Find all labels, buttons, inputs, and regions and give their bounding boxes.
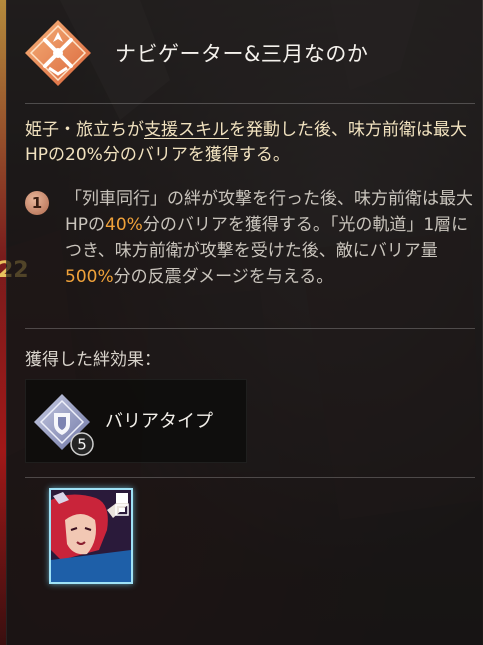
- bond-detail-panel: ナビゲーター&三月なのか 姫子・旅立ちが支援スキルを発動した後、味方前衛は最大H…: [6, 0, 482, 645]
- panel-title: ナビゲーター&三月なのか: [115, 42, 369, 66]
- description-text: 姫子・旅立ちが: [25, 120, 144, 140]
- bond-slot-indicator-icon: [115, 493, 129, 516]
- crossed-swords-emblem-icon: [25, 20, 91, 86]
- eidolon-value-1: 40%: [105, 215, 143, 235]
- panel-header: ナビゲーター&三月なのか: [23, 18, 475, 88]
- section-divider: [25, 328, 475, 329]
- character-card[interactable]: [49, 488, 133, 584]
- game-screen: 22 ナビゲーター&三月なのか 姫子・旅立ちが支援スキ: [0, 0, 483, 645]
- eidolon-text-3: 分の反震ダメージを与える。: [113, 267, 334, 287]
- eidolon-description: 「列車同行」の絆が攻撃を行った後、味方前衛は最大HPの40%分のバリアを獲得する…: [65, 186, 475, 290]
- shield-diamond-icon: 5: [34, 394, 94, 456]
- obtained-bonds-label: 獲得した絆効果：: [25, 350, 161, 370]
- bond-effect-card[interactable]: 5 バリアタイプ: [25, 379, 247, 463]
- eidolon-value-2: 500%: [65, 267, 114, 287]
- header-divider: [25, 103, 475, 104]
- eidolon-rank-badge: 1: [25, 191, 49, 215]
- bond-description: 姫子・旅立ちが支援スキルを発動した後、味方前衛は最大HPの20%分のバリアを獲得…: [25, 118, 475, 168]
- bond-count: 5: [77, 436, 87, 454]
- support-skill-link[interactable]: 支援スキル: [144, 120, 229, 140]
- bottom-divider: [25, 477, 475, 478]
- bond-effect-name: バリアタイプ: [105, 411, 213, 432]
